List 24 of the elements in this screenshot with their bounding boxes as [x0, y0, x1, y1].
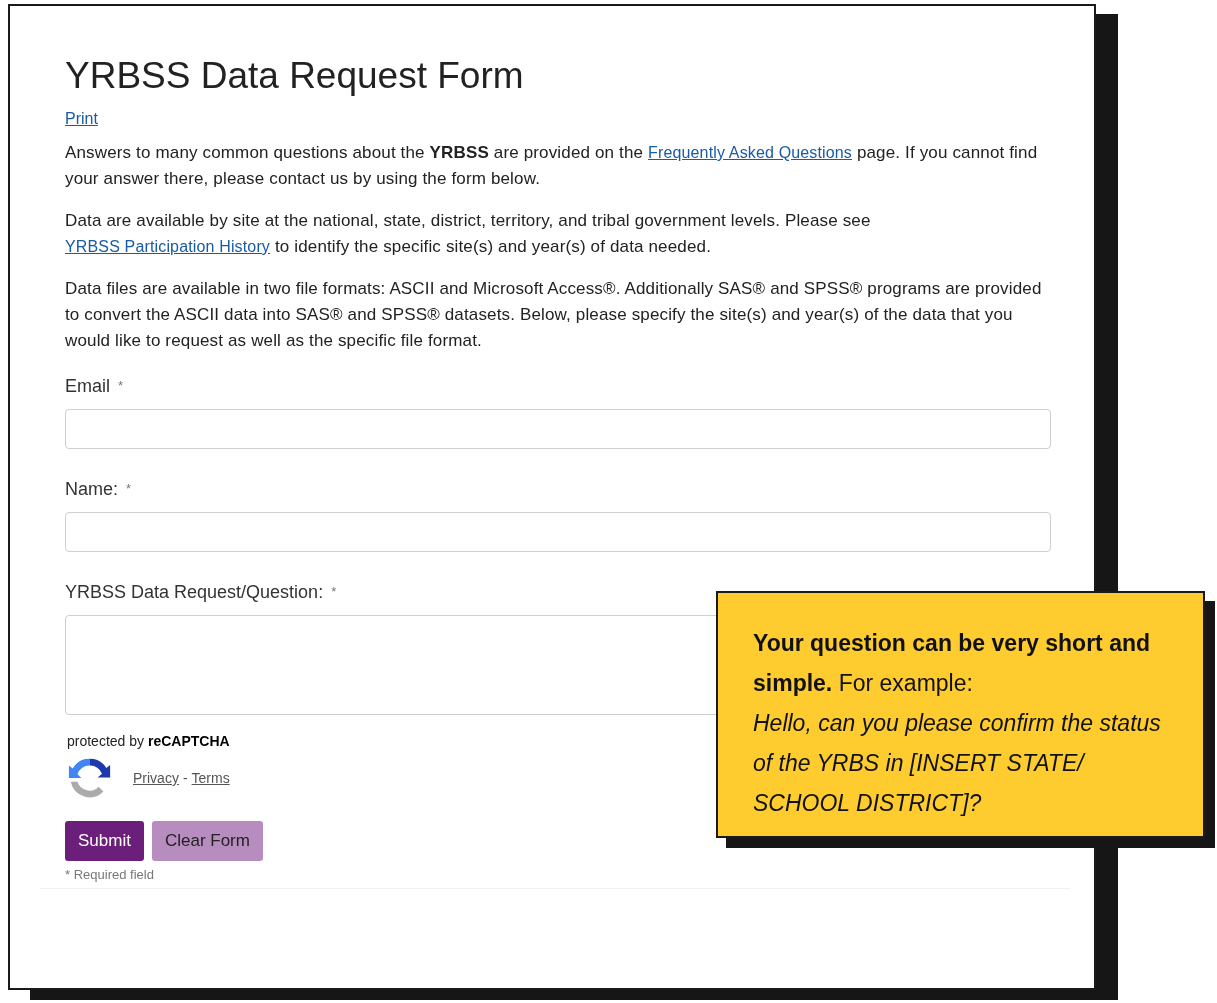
required-mark: *	[118, 378, 124, 393]
privacy-link[interactable]: Privacy	[133, 770, 179, 786]
input-field[interactable]	[65, 512, 1051, 552]
intro-paragraph: Data are available by site at the national, state, district, territory, and tribal government levels. Please see YRBSS Participation History to identify the specific site(s) and year(s) of data needed.	[65, 210, 872, 258]
recaptcha-text: protected by reCAPTCHA	[67, 733, 231, 749]
required-mark: *	[126, 481, 132, 496]
required-note: * Required field	[65, 867, 155, 882]
required-mark: *	[331, 584, 337, 599]
print-link[interactable]: Print	[65, 110, 98, 127]
example-text: Hello, can you please confirm the status of the YRBS in [INSERT STATE/ SCHOOL DISTRICT]?	[753, 709, 1162, 818]
link-separator: -	[182, 770, 188, 786]
intro-paragraph: Data files are available in two file formats: ASCII and Microsoft Access®. Additionally SAS® and SPSS® programs are provided to convert the ASCII data into SAS® and SPSS® datasets. Below, please specify the site(s) and year(s) of the data that you would like to request as well as the specific file format.	[65, 278, 1043, 352]
text-link[interactable]: Frequently Asked Questions	[648, 144, 853, 161]
field-label: Email	[65, 376, 110, 396]
field-label: YRBSS Data Request/Question:	[65, 582, 324, 602]
field-label: Name:	[65, 479, 118, 499]
page-title: YRBSS Data Request Form	[65, 54, 525, 98]
clear-button[interactable]: Clear Form	[151, 821, 263, 861]
submit-button[interactable]: Submit	[65, 821, 144, 861]
callout-text: Your question can be very short and simple. For example:	[753, 629, 1152, 698]
input-field[interactable]	[65, 409, 1051, 449]
intro-paragraph: Answers to many common questions about the YRBSS are provided on the Frequently Asked Questions page. If you cannot find your answer there, please contact us by using the form below.	[65, 142, 1039, 190]
terms-link[interactable]: Terms	[191, 770, 230, 786]
text-link[interactable]: YRBSS Participation History	[65, 238, 270, 255]
